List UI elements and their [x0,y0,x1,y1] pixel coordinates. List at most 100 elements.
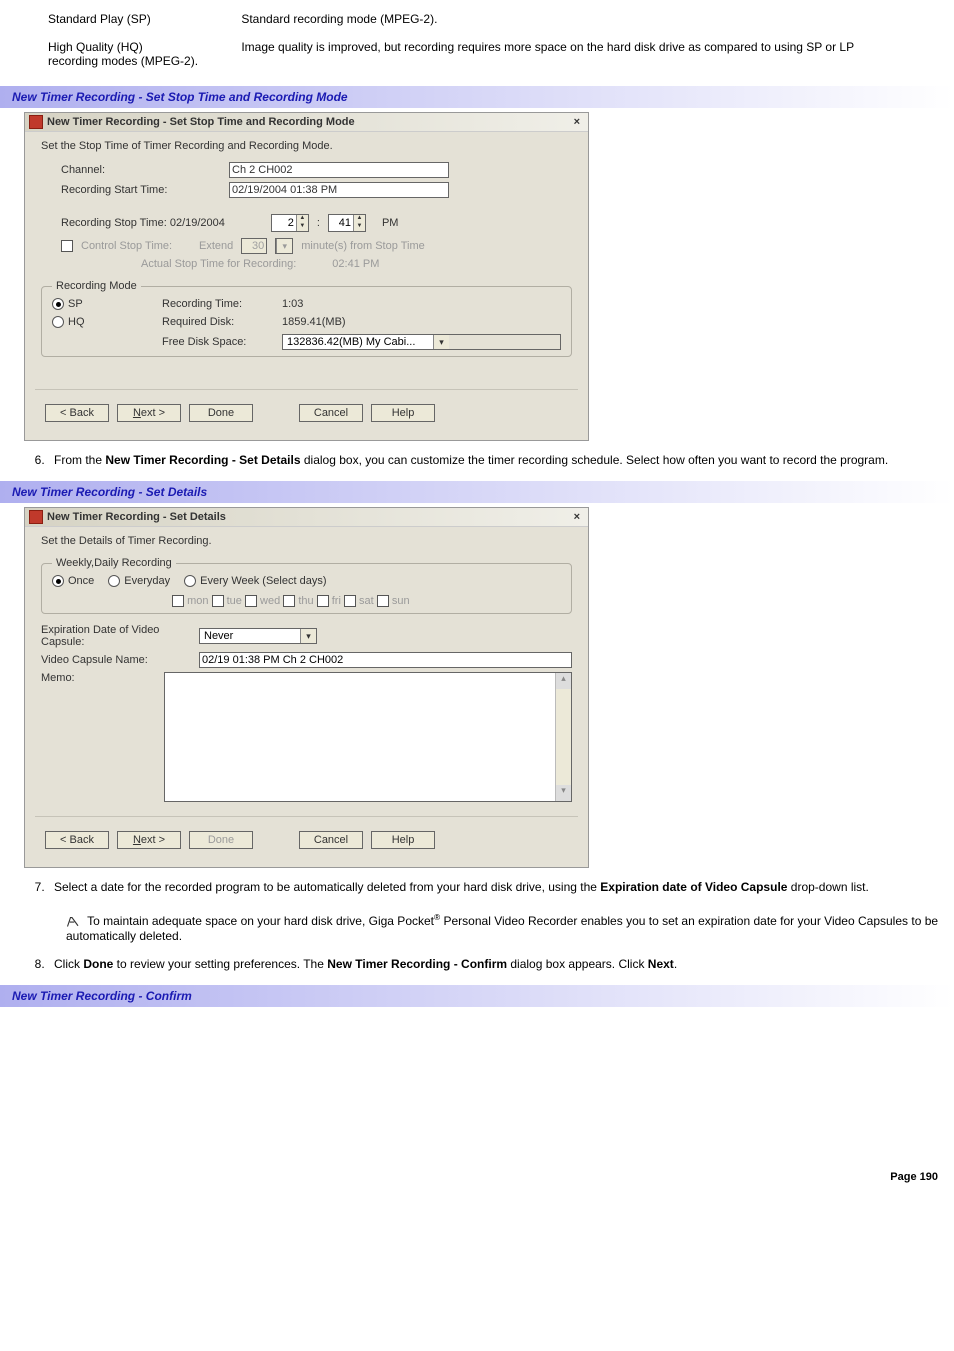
titlebar: New Timer Recording - Set Details × [25,508,588,527]
fri-label: fri [332,595,341,607]
app-icon [29,510,43,524]
chevron-down-icon[interactable]: ▼ [353,223,365,231]
dialog-instruction: Set the Details of Timer Recording. [41,535,572,547]
list-item: From the New Timer Recording - Set Detai… [48,453,946,467]
stop-hour-stepper[interactable]: ▲▼ [271,214,309,232]
everyweek-label: Every Week (Select days) [200,575,326,587]
section-set-stop-time: New Timer Recording - Set Stop Time and … [0,86,954,108]
stop-minute-input[interactable] [329,215,353,231]
wed-checkbox [245,595,257,607]
free-disk-dropdown[interactable]: ▾ [282,334,561,350]
hq-radio[interactable] [52,316,64,328]
list-item: Click Done to review your setting prefer… [48,957,946,971]
chevron-down-icon[interactable]: ▼ [296,223,308,231]
list-item: Select a date for the recorded program t… [48,880,946,943]
fri-checkbox [317,595,329,607]
extend-label: Extend [199,240,233,252]
control-stop-checkbox[interactable] [61,240,73,252]
everyweek-radio[interactable] [184,575,196,587]
free-disk-value[interactable] [283,335,433,349]
everyday-label: Everyday [124,575,170,587]
thu-checkbox [283,595,295,607]
sat-checkbox [344,595,356,607]
time-colon: : [317,217,320,229]
help-button[interactable]: Help [371,831,435,849]
capsule-name-field[interactable] [199,652,572,668]
expiration-label: Expiration Date of Video Capsule: [41,624,191,648]
dialog-set-stop-time: New Timer Recording - Set Stop Time and … [24,112,589,441]
stop-hour-input[interactable] [272,215,296,231]
free-disk-label: Free Disk Space: [162,336,272,348]
tue-label: tue [227,595,242,607]
chevron-up-icon[interactable]: ▲ [296,215,308,223]
done-button[interactable]: Done [189,404,253,422]
weekly-daily-legend: Weekly,Daily Recording [52,557,176,569]
chevron-up-icon[interactable]: ▴ [556,673,571,689]
mon-checkbox [172,595,184,607]
wed-label: wed [260,595,280,607]
rec-time-value: 1:03 [282,298,561,310]
dialog-title: New Timer Recording - Set Stop Time and … [47,116,566,128]
cancel-button[interactable]: Cancel [299,831,363,849]
sp-radio-label: SP [68,298,83,310]
chevron-down-icon[interactable]: ▾ [556,785,571,801]
capsule-name-label: Video Capsule Name: [41,654,191,666]
recording-mode-legend: Recording Mode [52,280,141,292]
next-button[interactable]: NNext >ext > [117,404,181,422]
req-disk-value: 1859.41(MB) [282,316,561,328]
dialog-set-details: New Timer Recording - Set Details × Set … [24,507,589,868]
actual-stop-value: 02:41 PM [332,258,379,270]
sp-radio[interactable] [52,298,64,310]
note-icon [66,915,84,929]
tue-checkbox [212,595,224,607]
once-radio[interactable] [52,575,64,587]
section-confirm: New Timer Recording - Confirm [0,985,954,1007]
mon-label: mon [187,595,208,607]
extend-dropdown: ▾ [275,238,293,254]
sp-desc: Standard recording mode (MPEG-2). [241,12,437,26]
memo-field[interactable]: ▴▾ [164,672,572,802]
done-button: Done [189,831,253,849]
chevron-down-icon[interactable]: ▾ [300,629,316,643]
back-button[interactable]: < Back [45,404,109,422]
recording-mode-group: Recording Mode SP HQ Recording Time: 1:0… [41,280,572,357]
channel-field[interactable]: Ch 2 CH002 [229,162,449,178]
help-button[interactable]: Help [371,404,435,422]
everyday-radio[interactable] [108,575,120,587]
dialog-instruction: Set the Stop Time of Timer Recording and… [41,140,572,152]
stop-minute-stepper[interactable]: ▲▼ [328,214,366,232]
close-icon[interactable]: × [570,116,584,128]
sun-label: sun [392,595,410,607]
control-stop-label: Control Stop Time: [81,240,191,252]
extend-unit: minute(s) from Stop Time [301,240,424,252]
channel-label: Channel: [61,164,221,176]
scrollbar[interactable]: ▴▾ [555,673,571,801]
memo-label: Memo: [41,672,156,684]
titlebar: New Timer Recording - Set Stop Time and … [25,113,588,132]
expiration-dropdown[interactable]: ▾ [199,628,317,644]
actual-stop-label: Actual Stop Time for Recording: [141,258,296,270]
next-button[interactable]: Next >Next > [117,831,181,849]
req-disk-label: Required Disk: [162,316,272,328]
sun-checkbox [377,595,389,607]
app-icon [29,115,43,129]
stop-time-label: Recording Stop Time: 02/19/2004 [61,217,225,229]
chevron-up-icon[interactable]: ▲ [353,215,365,223]
cancel-button[interactable]: Cancel [299,404,363,422]
extend-field: 30 [241,238,267,254]
hq-radio-label: HQ [68,316,85,328]
back-button[interactable]: < Back [45,831,109,849]
section-set-details: New Timer Recording - Set Details [0,481,954,503]
ampm-label: PM [382,217,399,229]
hq-term: High Quality (HQ) [48,40,238,54]
expiration-value[interactable] [200,629,300,643]
close-icon[interactable]: × [570,511,584,523]
rec-time-label: Recording Time: [162,298,272,310]
start-time-label: Recording Start Time: [61,184,221,196]
sp-term: Standard Play (SP) [48,12,238,26]
thu-label: thu [298,595,313,607]
chevron-down-icon[interactable]: ▾ [433,335,449,349]
dialog-title: New Timer Recording - Set Details [47,511,566,523]
start-time-field[interactable]: 02/19/2004 01:38 PM [229,182,449,198]
once-label: Once [68,575,94,587]
